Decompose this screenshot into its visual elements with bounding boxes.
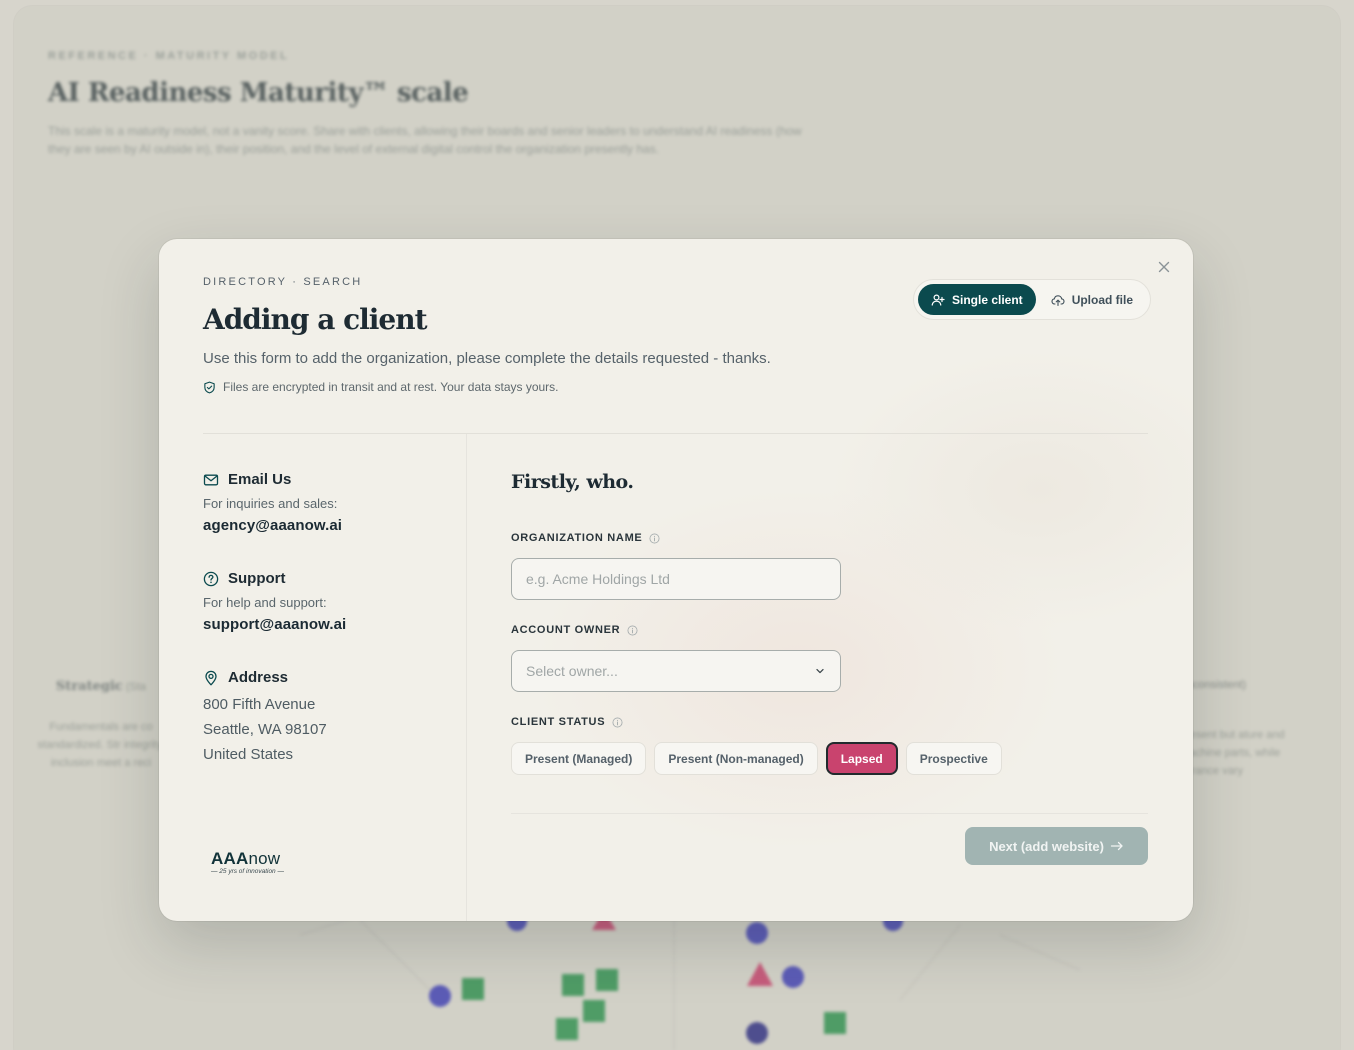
contact-email-block: Email Us For inquiries and sales: agency… [203,471,342,534]
user-plus-icon [931,293,945,306]
status-chip-present-managed[interactable]: Present (Managed) [511,742,647,775]
single-client-toggle[interactable]: Single client [918,284,1036,315]
address-line-2: Seattle, WA 98107 [203,721,327,738]
add-client-modal: DIRECTORY · SEARCH Adding a client Use t… [159,239,1193,921]
client-status-options: Present (Managed) Present (Non-managed) … [511,742,1002,775]
close-button[interactable] [1154,257,1174,277]
single-client-label: Single client [952,292,1023,307]
mail-icon [203,474,219,485]
aaanow-logo: AAAnow — 25 yrs of innovation — [211,849,291,875]
org-name-label-text: ORGANIZATION NAME [511,532,643,544]
account-owner-label: ACCOUNT OWNER [511,624,638,636]
org-name-input[interactable] [511,558,841,600]
form-heading: Firstly, who. [511,471,634,493]
security-note: Files are encrypted in transit and at re… [203,380,559,394]
email-note: For inquiries and sales: [203,496,338,511]
account-owner-placeholder: Select owner... [526,663,618,679]
form-footer-divider [511,813,1148,814]
address-line-1: 800 Fifth Avenue [203,696,316,713]
next-add-website-button[interactable]: Next (add website) [965,827,1148,865]
address-line-3: United States [203,746,294,763]
logo-tagline: — 25 yrs of innovation — [211,868,284,875]
org-name-label: ORGANIZATION NAME [511,532,660,544]
contact-address-heading: Address [203,669,327,686]
email-link[interactable]: agency@aaanow.ai [203,517,342,534]
cloud-upload-icon [1051,294,1065,306]
shield-check-icon [204,381,215,393]
contact-support-block: Support For help and support: support@aa… [203,570,346,633]
contact-email-heading: Email Us [203,471,342,488]
mode-toggle: Single client Upload file [913,279,1152,320]
status-chip-present-non-managed[interactable]: Present (Non-managed) [654,742,818,775]
account-owner-label-text: ACCOUNT OWNER [511,624,621,636]
logo-now-text: now [248,849,281,868]
support-note: For help and support: [203,595,327,610]
arrow-right-icon [1110,841,1123,851]
address-heading-text: Address [228,669,289,686]
info-icon[interactable] [627,625,638,636]
upload-file-label: Upload file [1071,292,1134,307]
bg-chart-points [429,910,903,1044]
close-icon [1158,261,1170,273]
contact-address-block: Address 800 Fifth Avenue Seattle, WA 981… [203,669,327,767]
status-chip-prospective[interactable]: Prospective [905,742,1002,775]
modal-eyebrow: DIRECTORY · SEARCH [203,276,363,288]
client-status-label-text: CLIENT STATUS [511,716,606,728]
client-status-label: CLIENT STATUS [511,716,623,728]
info-icon[interactable] [649,533,660,544]
modal-subtitle: Use this form to add the organization, p… [203,350,771,367]
security-note-text: Files are encrypted in transit and at re… [223,380,559,394]
contact-support-heading: Support [203,570,346,587]
account-owner-select[interactable]: Select owner... [511,650,841,692]
chevron-down-icon [816,668,824,674]
status-chip-lapsed[interactable]: Lapsed [825,742,898,775]
next-button-label: Next (add website) [989,838,1104,854]
help-circle-icon [203,571,219,586]
header-divider [203,433,1148,434]
info-icon[interactable] [612,717,623,728]
support-heading-text: Support [228,570,286,587]
modal-title: Adding a client [203,303,428,336]
email-heading-text: Email Us [228,471,292,488]
logo-wordmark: AAAnow [211,849,291,869]
address-lines: 800 Fifth Avenue Seattle, WA 98107 Unite… [203,692,327,767]
column-divider [466,434,467,921]
map-pin-icon [205,670,217,685]
upload-file-toggle[interactable]: Upload file [1038,284,1146,315]
support-link[interactable]: support@aaanow.ai [203,616,346,633]
logo-main-text: AAA [211,849,249,868]
